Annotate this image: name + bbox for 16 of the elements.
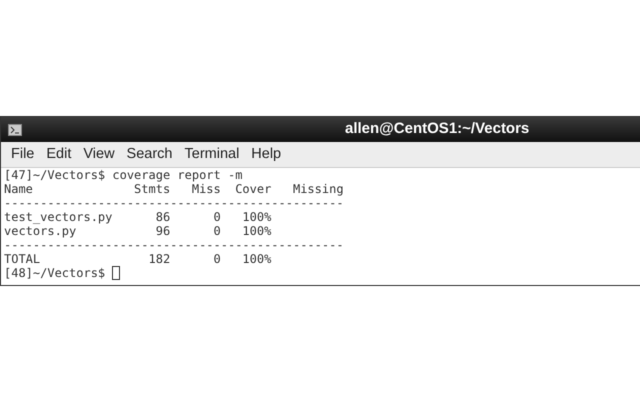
terminal-icon — [8, 124, 22, 136]
menu-item[interactable]: Edit — [40, 144, 78, 166]
terminal-line: ----------------------------------------------- — [4, 196, 344, 210]
menu-item[interactable]: Help — [245, 144, 288, 166]
terminal-line: test_vectors.py 86 0 100% — [4, 210, 272, 224]
terminal-prompt: [48]~/Vectors$ — [4, 266, 106, 280]
window-title: allen@CentOS1:~/Vectors — [345, 119, 530, 140]
terminal-line: TOTAL 182 0 100% — [4, 252, 272, 266]
menu-item[interactable]: Search — [120, 144, 178, 166]
terminal-line: Name Stmts Miss Cover Missing — [4, 182, 344, 196]
terminal-line: vectors.py 96 0 100% — [4, 224, 272, 238]
menu-item[interactable]: File — [5, 144, 40, 166]
menu-item[interactable]: Terminal — [178, 144, 246, 166]
menu-item[interactable]: View — [77, 144, 121, 166]
terminal-line: [47]~/Vectors$ coverage report -m — [4, 168, 242, 182]
terminal-line: ----------------------------------------------- — [4, 238, 344, 252]
